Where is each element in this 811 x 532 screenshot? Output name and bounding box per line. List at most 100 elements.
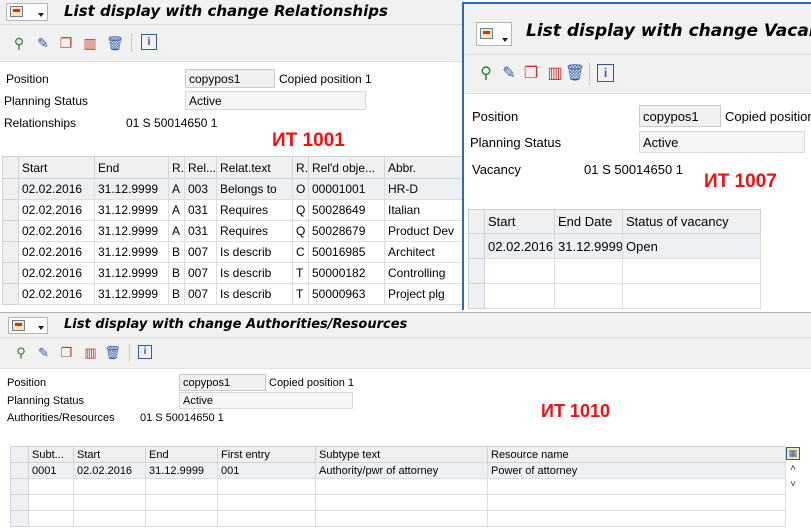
table-cell[interactable]: 02.02.2016	[18, 262, 95, 284]
row-selector[interactable]	[2, 178, 19, 200]
find-icon[interactable]: ⚲	[476, 64, 496, 84]
table-cell[interactable]: 003	[184, 178, 217, 200]
table-cell[interactable]: Project plg	[384, 283, 462, 305]
column-header[interactable]: Start	[73, 446, 146, 463]
table-cell[interactable]: O	[292, 178, 309, 200]
table-cell[interactable]	[487, 510, 786, 527]
delimit-icon[interactable]: ▥	[83, 345, 98, 360]
row-selector[interactable]	[468, 233, 485, 259]
table-cell[interactable]: 02.02.2016	[18, 199, 95, 221]
table-cell[interactable]: Is describ	[216, 262, 293, 284]
table-cell[interactable]	[484, 283, 555, 309]
pencil-icon[interactable]: ✎	[36, 345, 51, 360]
table-cell[interactable]: 007	[184, 241, 217, 263]
table-cell[interactable]	[73, 510, 146, 527]
row-selector[interactable]	[2, 220, 19, 242]
table-cell[interactable]	[28, 478, 74, 495]
table-cell[interactable]: 31.12.9999	[94, 262, 169, 284]
table-cell[interactable]	[315, 510, 488, 527]
column-header[interactable]: Resource name	[487, 446, 786, 463]
table-cell[interactable]: 0001	[28, 462, 74, 479]
scroll-up-icon[interactable]: ˄	[787, 464, 799, 474]
table-cell[interactable]: 007	[184, 283, 217, 305]
copy-icon[interactable]: ❐	[58, 35, 74, 51]
table-cell[interactable]: 31.12.9999	[94, 178, 169, 200]
table-cell[interactable]: HR-D	[384, 178, 462, 200]
table-cell[interactable]: Authority/pwr of attorney	[315, 462, 488, 479]
table-cell[interactable]	[487, 478, 786, 495]
row-selector[interactable]	[10, 478, 29, 495]
find-icon[interactable]: ⚲	[13, 345, 29, 360]
table-cell[interactable]: Belongs to	[216, 178, 293, 200]
table-row[interactable]	[10, 478, 786, 495]
table-cell[interactable]: 02.02.2016	[18, 178, 95, 200]
copy-icon[interactable]: ❐	[522, 64, 540, 84]
table-cell[interactable]	[484, 258, 555, 284]
row-selector[interactable]	[10, 494, 29, 511]
row-selector[interactable]	[2, 241, 19, 263]
table-cell[interactable]	[487, 494, 786, 511]
table-cell[interactable]: A	[168, 220, 185, 242]
table-cell[interactable]	[145, 478, 218, 495]
table-cell[interactable]	[315, 494, 488, 511]
column-header[interactable]: Subt...	[28, 446, 74, 463]
trash-icon[interactable]: 🗑	[106, 35, 124, 51]
table-cell[interactable]: 00001001	[308, 178, 385, 200]
position-field[interactable]: copypos1	[185, 69, 275, 88]
table-cell[interactable]: 31.12.9999	[145, 462, 218, 479]
table-cell[interactable]: Italian	[384, 199, 462, 221]
table-cell[interactable]: C	[292, 241, 309, 263]
table-cell[interactable]: 02.02.2016	[73, 462, 146, 479]
table-cell[interactable]: Product Dev	[384, 220, 462, 242]
column-header[interactable]: End	[145, 446, 218, 463]
column-header[interactable]: Status of vacancy	[622, 209, 761, 234]
table-cell[interactable]: 50028649	[308, 199, 385, 221]
table-cell[interactable]: A	[168, 178, 185, 200]
pencil-icon[interactable]: ✎	[500, 64, 518, 84]
table-cell[interactable]	[217, 494, 316, 511]
row-selector[interactable]	[10, 462, 29, 479]
table-row[interactable]	[10, 494, 786, 511]
column-header[interactable]: First entry	[217, 446, 316, 463]
table-cell[interactable]	[217, 478, 316, 495]
table-row[interactable]	[10, 510, 786, 527]
table-row[interactable]: 02.02.2016 31.12.9999 Open	[468, 233, 761, 259]
delimit-icon[interactable]: ▥	[82, 35, 98, 51]
relationships-menu-button[interactable]	[6, 3, 48, 21]
trash-icon[interactable]: 🗑	[104, 345, 121, 360]
position-field[interactable]: copypos1	[639, 105, 721, 127]
table-cell[interactable]	[28, 510, 74, 527]
table-cell[interactable]: Is describ	[216, 283, 293, 305]
column-header[interactable]: R..	[168, 156, 185, 179]
table-cell[interactable]: B	[168, 283, 185, 305]
column-header[interactable]: Abbr.	[384, 156, 462, 179]
column-header[interactable]: Relat.text	[216, 156, 293, 179]
table-cell[interactable]: 31.12.9999	[554, 233, 623, 259]
find-icon[interactable]: ⚲	[10, 35, 28, 51]
column-header[interactable]: End Date	[554, 209, 623, 234]
column-settings-icon[interactable]: ▦	[786, 447, 800, 460]
table-row[interactable]: 0001 02.02.2016 31.12.9999 001 Authority…	[10, 462, 786, 479]
table-row[interactable]: 02.02.2016 31.12.9999 B 007 Is describ T…	[2, 283, 462, 305]
column-header[interactable]: Start	[18, 156, 95, 179]
table-cell[interactable]: 02.02.2016	[484, 233, 555, 259]
table-cell[interactable]: B	[168, 241, 185, 263]
table-cell[interactable]	[217, 510, 316, 527]
row-selector[interactable]	[2, 283, 19, 305]
table-cell[interactable]: 031	[184, 199, 217, 221]
table-row[interactable]: 02.02.2016 31.12.9999 A 031 Requires Q 5…	[2, 199, 462, 221]
column-header[interactable]: Rel...	[184, 156, 217, 179]
table-cell[interactable]: 02.02.2016	[18, 220, 95, 242]
column-header[interactable]: Rel'd obje...	[308, 156, 385, 179]
table-cell[interactable]	[315, 478, 488, 495]
table-row[interactable]: 02.02.2016 31.12.9999 A 031 Requires Q 5…	[2, 220, 462, 242]
table-cell[interactable]: 31.12.9999	[94, 241, 169, 263]
table-cell[interactable]: 50000182	[308, 262, 385, 284]
copy-icon[interactable]: ❐	[59, 345, 74, 360]
table-cell[interactable]: Requires	[216, 199, 293, 221]
column-header[interactable]: Start	[484, 209, 555, 234]
info-icon[interactable]: i	[141, 34, 157, 50]
row-selector[interactable]	[2, 262, 19, 284]
scroll-down-icon[interactable]: ˅	[787, 480, 799, 490]
table-cell[interactable]: Q	[292, 220, 309, 242]
